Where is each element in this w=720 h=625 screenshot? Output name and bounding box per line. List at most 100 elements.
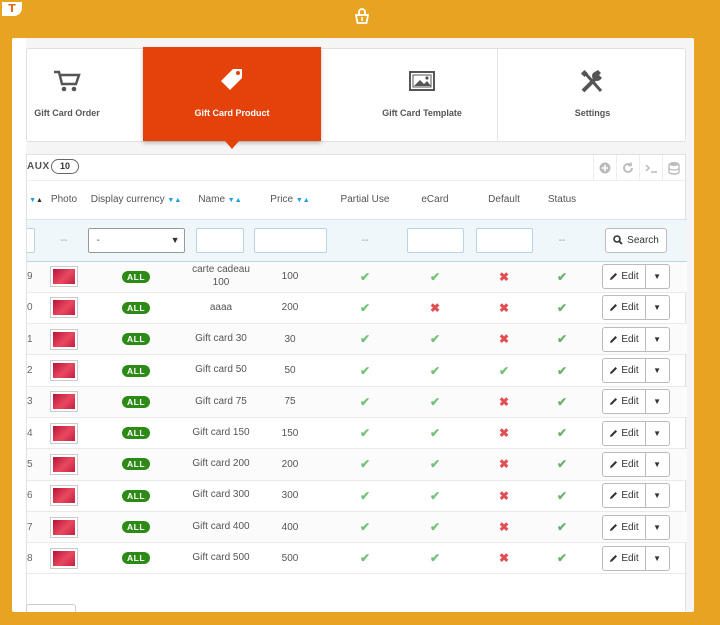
check-icon[interactable]: ✔ <box>557 520 567 534</box>
basket-icon[interactable] <box>352 6 372 26</box>
check-icon[interactable]: ✔ <box>557 332 567 346</box>
edit-button[interactable]: Edit <box>602 483 646 509</box>
row-menu-toggle[interactable]: ▼ <box>645 514 670 540</box>
database-icon[interactable] <box>662 155 685 181</box>
check-icon[interactable]: ✔ <box>557 551 567 565</box>
check-icon[interactable]: ✔ <box>360 332 370 346</box>
row-menu-toggle[interactable]: ▼ <box>645 264 670 290</box>
table-row[interactable]: 3 ALL Gift card 75 75 ✔ ✔ ✖ ✔ Edit ▼ <box>27 386 687 418</box>
edit-button[interactable]: Edit <box>602 358 646 384</box>
column-header-currency[interactable]: Display currency ▼▲ <box>83 181 189 219</box>
tab-settings[interactable]: Settings <box>497 49 687 141</box>
table-row[interactable]: 6 ALL Gift card 300 300 ✔ ✔ ✖ ✔ Edit ▼ <box>27 480 687 512</box>
row-menu-toggle[interactable]: ▼ <box>645 420 670 446</box>
row-menu-toggle[interactable]: ▼ <box>645 358 670 384</box>
check-icon[interactable]: ✔ <box>360 551 370 565</box>
check-icon[interactable]: ✔ <box>360 270 370 284</box>
row-menu-toggle[interactable]: ▼ <box>645 451 670 477</box>
price-filter-input[interactable] <box>253 227 327 253</box>
table-row[interactable]: 1 ALL Gift card 30 30 ✔ ✔ ✖ ✔ Edit ▼ <box>27 323 687 356</box>
cross-icon[interactable]: ✖ <box>499 489 509 503</box>
check-icon[interactable]: ✔ <box>557 301 567 315</box>
id-filter-input[interactable] <box>27 227 35 253</box>
row-menu-toggle[interactable]: ▼ <box>645 295 670 321</box>
check-icon[interactable]: ✔ <box>430 489 440 503</box>
row-menu-toggle[interactable]: ▼ <box>645 483 670 509</box>
check-icon[interactable]: ✔ <box>557 489 567 503</box>
cross-icon[interactable]: ✖ <box>499 426 509 440</box>
row-menu-toggle[interactable]: ▼ <box>645 545 670 571</box>
table-row[interactable]: 2 ALL Gift card 50 50 ✔ ✔ ✔ ✔ Edit ▼ <box>27 354 687 387</box>
edit-button[interactable]: Edit <box>602 389 646 415</box>
partial-filter-placeholder: -- <box>329 218 401 262</box>
cross-icon[interactable]: ✖ <box>499 332 509 346</box>
check-icon[interactable]: ✔ <box>430 332 440 346</box>
table-row[interactable]: 0 ALL aaaa 200 ✔ ✖ ✖ ✔ Edit ▼ <box>27 292 687 325</box>
column-header-price[interactable]: Price ▼▲ <box>251 181 329 219</box>
check-icon[interactable]: ✔ <box>557 457 567 471</box>
cross-icon[interactable]: ✖ <box>499 551 509 565</box>
column-header-id[interactable]: ▼▲ <box>27 181 45 219</box>
table-row[interactable]: 7 ALL Gift card 400 400 ✔ ✔ ✖ ✔ Edit ▼ <box>27 511 687 544</box>
edit-button[interactable]: Edit <box>602 326 646 352</box>
table-row[interactable]: 4 ALL Gift card 150 150 ✔ ✔ ✖ ✔ Edit ▼ <box>27 417 687 450</box>
ecard-filter-input[interactable] <box>406 227 464 253</box>
partial-use-cell: ✔ <box>329 511 401 544</box>
tab-gift-card-product[interactable]: Gift Card Product <box>143 47 321 149</box>
cross-icon[interactable]: ✖ <box>499 301 509 315</box>
refresh-icon[interactable] <box>616 155 639 181</box>
currency-filter-select[interactable]: - ▼ <box>87 227 185 253</box>
check-icon[interactable]: ✔ <box>360 426 370 440</box>
check-icon[interactable]: ✔ <box>360 489 370 503</box>
check-icon[interactable]: ✔ <box>430 551 440 565</box>
tab-gift-card-template[interactable]: Gift Card Template <box>347 49 497 141</box>
name-filter-input[interactable] <box>196 227 244 253</box>
sort-icon[interactable]: ▼▲ <box>228 197 242 204</box>
check-icon[interactable]: ✔ <box>360 520 370 534</box>
check-icon[interactable]: ✔ <box>499 364 509 378</box>
row-menu-toggle[interactable]: ▼ <box>645 389 670 415</box>
edit-button[interactable]: Edit <box>602 451 646 477</box>
default-filter-input[interactable] <box>475 227 533 253</box>
table-header-row: ▼▲ Photo Display currency ▼▲ Name ▼▲ Pri… <box>27 181 687 219</box>
tab-gift-card-order[interactable]: Gift Card Order <box>12 49 137 141</box>
terminal-icon[interactable] <box>639 155 662 181</box>
check-icon[interactable]: ✔ <box>557 364 567 378</box>
sort-icon[interactable]: ▼▲ <box>167 197 181 204</box>
edit-button[interactable]: Edit <box>602 545 646 571</box>
pagination[interactable] <box>26 604 76 612</box>
check-icon[interactable]: ✔ <box>430 395 440 409</box>
column-header-name[interactable]: Name ▼▲ <box>189 181 251 219</box>
cross-icon[interactable]: ✖ <box>499 457 509 471</box>
check-icon[interactable]: ✔ <box>557 426 567 440</box>
cross-icon[interactable]: ✖ <box>499 395 509 409</box>
edit-button[interactable]: Edit <box>602 514 646 540</box>
check-icon[interactable]: ✔ <box>557 395 567 409</box>
check-icon[interactable]: ✔ <box>360 301 370 315</box>
table-row[interactable]: 5 ALL Gift card 200 200 ✔ ✔ ✖ ✔ Edit ▼ <box>27 448 687 481</box>
cross-icon[interactable]: ✖ <box>499 520 509 534</box>
check-icon[interactable]: ✔ <box>430 270 440 284</box>
check-icon[interactable]: ✔ <box>557 270 567 284</box>
check-icon[interactable]: ✔ <box>360 364 370 378</box>
check-icon[interactable]: ✔ <box>430 457 440 471</box>
product-thumbnail <box>50 297 78 319</box>
table-row[interactable]: 8 ALL Gift card 500 500 ✔ ✔ ✖ ✔ Edit ▼ <box>27 542 687 575</box>
table-row[interactable]: 9 ALL carte cadeau 100 100 ✔ ✔ ✖ ✔ Edit ▼ <box>27 261 687 293</box>
add-icon[interactable] <box>593 155 616 181</box>
active-tab-pointer <box>225 141 239 149</box>
edit-button[interactable]: Edit <box>602 295 646 321</box>
check-icon[interactable]: ✔ <box>360 395 370 409</box>
check-icon[interactable]: ✔ <box>360 457 370 471</box>
check-icon[interactable]: ✔ <box>430 364 440 378</box>
search-button[interactable]: Search <box>605 227 667 253</box>
check-icon[interactable]: ✔ <box>430 426 440 440</box>
column-label: Name <box>198 194 226 206</box>
edit-button[interactable]: Edit <box>602 420 646 446</box>
check-icon[interactable]: ✔ <box>430 520 440 534</box>
edit-button[interactable]: Edit <box>602 264 646 290</box>
cross-icon[interactable]: ✖ <box>430 301 440 315</box>
row-menu-toggle[interactable]: ▼ <box>645 326 670 352</box>
sort-icon[interactable]: ▼▲ <box>296 197 310 204</box>
cross-icon[interactable]: ✖ <box>499 270 509 284</box>
